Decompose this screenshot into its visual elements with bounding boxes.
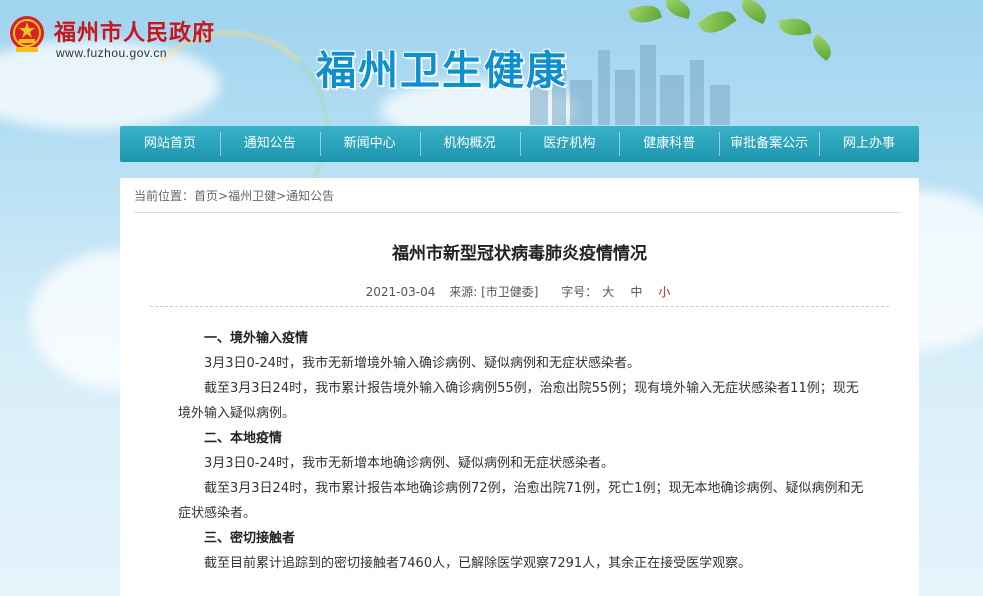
font-size-large-button[interactable]: 大 bbox=[602, 285, 614, 299]
gov-site-title[interactable]: 福州市人民政府 bbox=[54, 15, 215, 47]
breadcrumb-separator: > bbox=[218, 189, 229, 203]
national-emblem-icon[interactable] bbox=[8, 14, 46, 54]
article-body: 一、境外输入疫情 3月3日0-24时，我市无新增境外输入确诊病例、疑似病例和无症… bbox=[178, 326, 868, 576]
article-source: 来源: [市卫健委] bbox=[449, 285, 539, 299]
leaves-decoration bbox=[620, 0, 840, 70]
section-heading: 一、境外输入疫情 bbox=[204, 331, 309, 346]
nav-item-about[interactable]: 机构概况 bbox=[419, 126, 520, 162]
divider bbox=[134, 212, 901, 213]
nav-item-home[interactable]: 网站首页 bbox=[120, 126, 220, 162]
nav-item-approval[interactable]: 审批备案公示 bbox=[719, 126, 819, 162]
paragraph: 3月3日0-24时，我市无新增境外输入确诊病例、疑似病例和无症状感染者。 bbox=[204, 356, 641, 371]
paragraph: 截至3月3日24时，我市累计报告本地确诊病例72例，治愈出院71例，死亡1例；现… bbox=[178, 481, 864, 521]
gov-site-url[interactable]: www.fuzhou.gov.cn bbox=[56, 46, 167, 60]
article-title: 福州市新型冠状病毒肺炎疫情情况 bbox=[392, 244, 647, 264]
section-heading: 三、密切接触者 bbox=[204, 531, 296, 546]
nav-item-notices[interactable]: 通知公告 bbox=[219, 126, 320, 162]
paragraph: 截至目前累计追踪到的密切接触者7460人，已解除医学观察7291人，其余正在接受… bbox=[204, 556, 752, 571]
paragraph: 截至3月3日24时，我市累计报告境外输入确诊病例55例，治愈出院55例；现有境外… bbox=[178, 381, 859, 421]
site-logo-title[interactable]: 福州卫生健康 bbox=[316, 38, 568, 96]
breadcrumb-prefix: 当前位置： bbox=[134, 189, 195, 203]
font-size-medium-button[interactable]: 中 bbox=[630, 285, 642, 299]
content-panel: 当前位置：首页>福州卫健>通知公告 福州市新型冠状病毒肺炎疫情情况 2021-0… bbox=[120, 178, 919, 596]
nav-item-news[interactable]: 新闻中心 bbox=[319, 126, 420, 162]
nav-item-medical[interactable]: 医疗机构 bbox=[519, 126, 620, 162]
breadcrumb-fuzhou-health[interactable]: 福州卫健 bbox=[228, 189, 276, 203]
nav-item-health[interactable]: 健康科普 bbox=[619, 126, 719, 162]
font-size-small-button[interactable]: 小 bbox=[658, 285, 670, 299]
breadcrumb-home[interactable]: 首页 bbox=[194, 189, 218, 203]
dashed-divider bbox=[150, 306, 889, 307]
breadcrumb-separator: > bbox=[276, 189, 287, 203]
nav-item-online-services[interactable]: 网上办事 bbox=[819, 126, 919, 162]
main-nav: 网站首页 通知公告 新闻中心 机构概况 医疗机构 健康科普 审批备案公示 网上办… bbox=[120, 126, 919, 162]
paragraph: 3月3日0-24时，我市无新增本地确诊病例、疑似病例和无症状感染者。 bbox=[204, 456, 615, 471]
font-size-label: 字号： bbox=[561, 285, 598, 299]
breadcrumb-notices[interactable]: 通知公告 bbox=[286, 189, 334, 203]
section-heading: 二、本地疫情 bbox=[204, 431, 283, 446]
article-meta: 2021-03-04 来源: [市卫健委] 字号： 大 中 小 bbox=[120, 283, 919, 300]
breadcrumb: 当前位置：首页>福州卫健>通知公告 bbox=[134, 187, 334, 204]
article-date: 2021-03-04 bbox=[365, 285, 436, 299]
